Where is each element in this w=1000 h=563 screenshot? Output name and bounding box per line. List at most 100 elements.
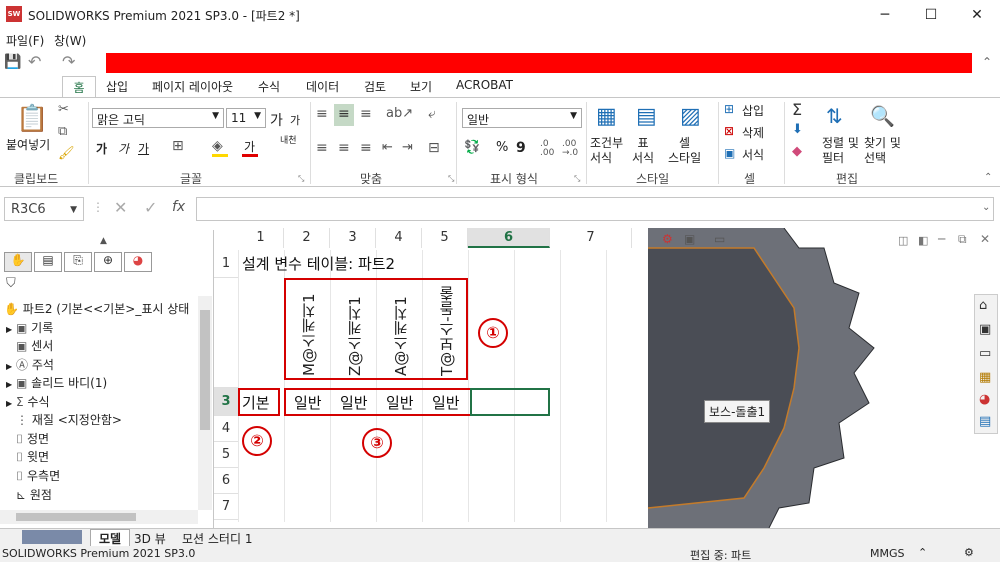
cell-styles-button[interactable]: 셀 스타일 bbox=[668, 136, 701, 166]
col-header-1[interactable]: 1 bbox=[238, 228, 284, 248]
cut-icon[interactable]: ✂ bbox=[58, 102, 69, 117]
header-cell-z[interactable]: Z@스케치1 bbox=[344, 284, 365, 376]
align-right-icon[interactable]: ≡ bbox=[360, 140, 372, 156]
percent-button[interactable]: % bbox=[496, 140, 508, 155]
tab-data[interactable]: 데이터 bbox=[306, 78, 339, 95]
delete-cells-button[interactable]: 삭제 bbox=[742, 124, 764, 141]
tab-view[interactable]: 보기 bbox=[410, 78, 432, 95]
value-cell-2[interactable]: 일반 bbox=[294, 392, 322, 413]
align-left-icon[interactable]: ≡ bbox=[316, 140, 328, 156]
home-icon[interactable]: ⌂ bbox=[979, 298, 987, 313]
bold-button[interactable]: 가 bbox=[96, 140, 107, 157]
merge-center-icon[interactable]: ⊟ bbox=[428, 140, 440, 156]
tab-home[interactable]: 홈 bbox=[62, 76, 96, 98]
underline-button[interactable]: 가 bbox=[138, 140, 149, 157]
row-header-1[interactable]: 1 bbox=[214, 250, 238, 278]
font-size-select[interactable]: 11 ▼ bbox=[226, 108, 266, 128]
tree-hscrollbar[interactable] bbox=[0, 510, 198, 524]
format-cells-button[interactable]: 서식 bbox=[742, 146, 764, 163]
insert-cells-button[interactable]: 삽입 bbox=[742, 102, 764, 119]
tree-item-solid-bodies[interactable]: ▶ ▣ 솔리드 바디(1) bbox=[6, 374, 107, 392]
value-cell-5[interactable]: 일반 bbox=[432, 392, 460, 413]
enter-formula-icon[interactable]: ✓ bbox=[144, 198, 157, 217]
alignment-launcher-icon[interactable]: ⤡ bbox=[448, 174, 454, 184]
feature-tree-tab-icon[interactable]: ✋ bbox=[4, 252, 32, 272]
accounting-format-icon[interactable]: 💱 bbox=[464, 140, 480, 155]
tab-motion-study[interactable]: 모션 스터디 1 bbox=[182, 530, 252, 547]
tab-scroll-buttons[interactable] bbox=[22, 530, 82, 544]
col-header-6[interactable]: 6 bbox=[468, 228, 550, 248]
paste-icon[interactable]: 📋 bbox=[16, 104, 48, 134]
tab-acrobat[interactable]: ACROBAT bbox=[456, 78, 513, 92]
conditional-format-icon[interactable]: ▦ bbox=[596, 104, 617, 129]
table-title-cell[interactable]: 설계 변수 테이블: 파트2 bbox=[242, 253, 395, 274]
tree-item-top-plane[interactable]: ▶ ⌷ 윗면 bbox=[6, 448, 49, 466]
clear-icon[interactable]: ◆ bbox=[792, 144, 802, 159]
col-header-3[interactable]: 3 bbox=[330, 228, 376, 248]
row-label-cell[interactable]: 기본 bbox=[242, 392, 270, 413]
align-middle-icon[interactable]: ≡ bbox=[338, 106, 350, 122]
tab-review[interactable]: 검토 bbox=[364, 78, 386, 95]
phonetic-button[interactable]: 내천 bbox=[280, 136, 297, 146]
save-icon[interactable]: 💾 bbox=[4, 54, 21, 70]
font-color-button[interactable]: 가 bbox=[244, 138, 255, 155]
col-header-4[interactable]: 4 bbox=[376, 228, 422, 248]
align-top-icon[interactable]: ≡ bbox=[316, 106, 328, 122]
name-box[interactable]: R3C6 ▼ bbox=[4, 197, 84, 221]
align-center-icon[interactable]: ≡ bbox=[338, 140, 350, 156]
row-header-6[interactable]: 6 bbox=[214, 468, 238, 494]
format-as-table-button[interactable]: 표 서식 bbox=[632, 136, 654, 166]
header-cell-a[interactable]: A@스케치1 bbox=[390, 284, 411, 376]
property-tab-icon[interactable]: ▤ bbox=[34, 252, 62, 272]
heads-up-icon[interactable]: ⚙ bbox=[662, 232, 673, 246]
delete-cells-icon[interactable]: ⊠ bbox=[724, 124, 734, 138]
menu-file[interactable]: 파일(F) bbox=[6, 32, 44, 49]
wrap-text-icon[interactable]: ⤶ bbox=[428, 106, 436, 122]
number-launcher-icon[interactable]: ⤡ bbox=[574, 174, 580, 184]
cancel-formula-icon[interactable]: ✕ bbox=[114, 198, 127, 217]
rebuild-icon[interactable]: ⚙ bbox=[964, 546, 974, 559]
find-select-button[interactable]: 찾기 및 선택 bbox=[864, 136, 901, 166]
tab-page-layout[interactable]: 페이지 레이아웃 bbox=[152, 78, 233, 95]
format-as-table-icon[interactable]: ▤ bbox=[636, 104, 657, 129]
minimize-button[interactable]: ─ bbox=[862, 0, 908, 30]
filter-icon[interactable]: ⛉ bbox=[6, 276, 16, 291]
find-select-icon[interactable]: 🔍 bbox=[870, 104, 895, 128]
status-units[interactable]: MMGS bbox=[870, 547, 905, 560]
copy-icon[interactable]: ⧉ bbox=[58, 124, 67, 139]
sort-filter-button[interactable]: 정렬 및 필터 bbox=[822, 136, 859, 166]
expand-formula-icon[interactable]: ⌄ bbox=[982, 202, 990, 213]
conditional-format-button[interactable]: 조건부 서식 bbox=[590, 136, 623, 166]
tree-item-origin[interactable]: ▶ ⊾ 원점 bbox=[6, 486, 52, 504]
config-tab-icon[interactable]: ⎘ bbox=[64, 252, 92, 272]
dimxpert-tab-icon[interactable]: ⊕ bbox=[94, 252, 122, 272]
align-bottom-icon[interactable]: ≡ bbox=[360, 106, 372, 122]
tree-item-sensors[interactable]: ▶ ▣ 센서 bbox=[6, 337, 53, 355]
row-header-7[interactable]: 7 bbox=[214, 494, 238, 520]
tab-insert[interactable]: 삽입 bbox=[106, 78, 128, 95]
tree-item-equations[interactable]: ▶ Σ 수식 bbox=[6, 393, 50, 411]
view-palette-icon[interactable]: ▦ bbox=[979, 370, 991, 385]
split-pane-icon[interactable]: ◧ bbox=[918, 234, 928, 247]
header-cell-t[interactable]: T@보스-돌출 bbox=[436, 280, 457, 376]
menu-window[interactable]: 창(W) bbox=[54, 32, 86, 49]
design-library-icon[interactable]: ▣ bbox=[979, 322, 991, 337]
graphics-viewport[interactable]: ⚙ ▣ ▭ ◫ ◧ ─ ⧉ ✕ 보스-돌출1 ⌂ ▣ ▭ ▦ ◕ ▤ bbox=[634, 228, 1000, 528]
tree-root[interactable]: ✋ 파트2 (기본<<기본>_표시 상태 bbox=[4, 300, 189, 318]
viewport-restore-icon[interactable]: ⧉ bbox=[958, 232, 967, 247]
fill-color-icon[interactable]: ◈ bbox=[212, 138, 223, 154]
appearances-icon[interactable]: ◕ bbox=[979, 392, 990, 407]
undo-icon[interactable]: ↶ bbox=[28, 52, 41, 71]
format-cells-icon[interactable]: ▣ bbox=[724, 146, 735, 160]
tab-formulas[interactable]: 수식 bbox=[258, 78, 280, 95]
row-header-4[interactable]: 4 bbox=[214, 416, 238, 442]
panel-expand-icon[interactable]: ▲ bbox=[100, 236, 107, 246]
sort-filter-icon[interactable]: ⇅ bbox=[826, 104, 843, 128]
cell-styles-icon[interactable]: ▨ bbox=[680, 104, 701, 129]
header-cell-m[interactable]: M@스케치1 bbox=[298, 284, 319, 377]
row-header-5[interactable]: 5 bbox=[214, 442, 238, 468]
col-header-5[interactable]: 5 bbox=[422, 228, 468, 248]
formula-more-icon[interactable]: ⋮ bbox=[92, 200, 104, 214]
custom-properties-icon[interactable]: ▤ bbox=[979, 414, 991, 429]
col-header-7[interactable]: 7 bbox=[550, 228, 632, 248]
